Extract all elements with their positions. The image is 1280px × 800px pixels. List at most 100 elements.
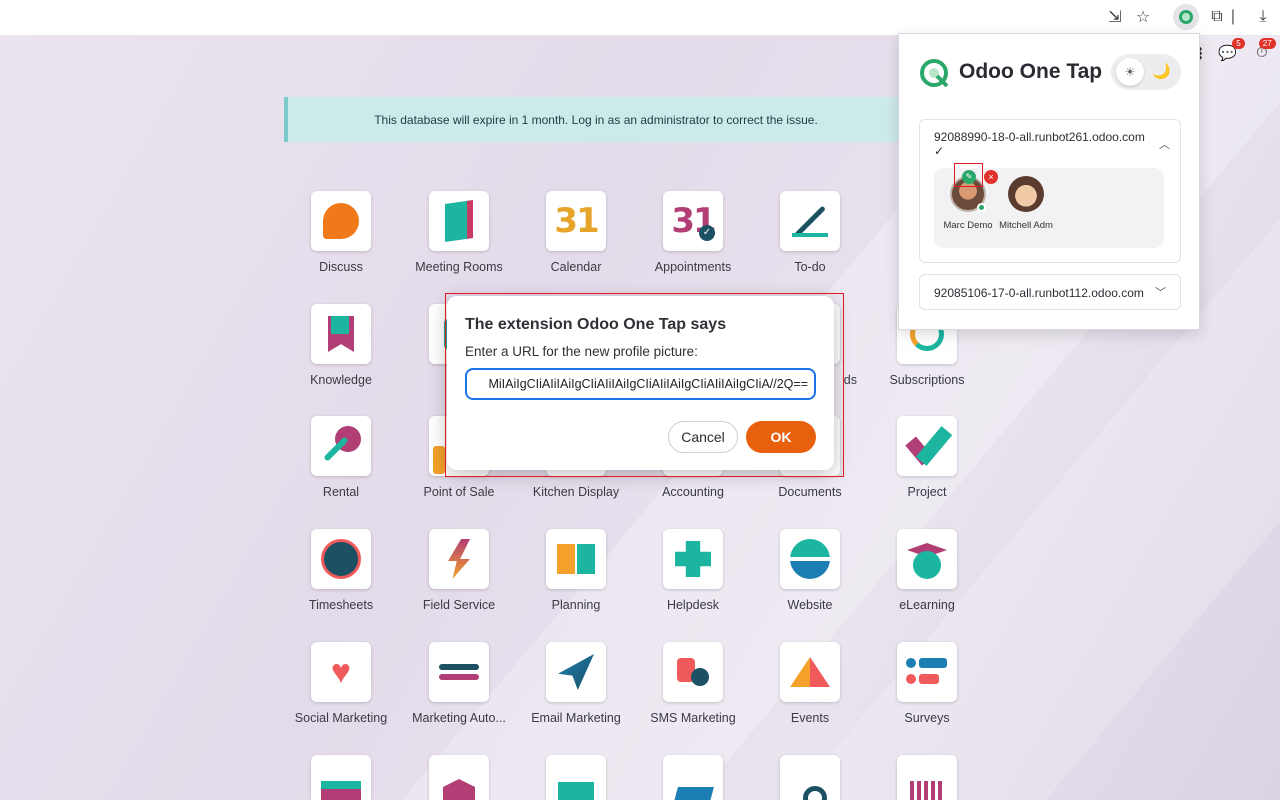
edit-pencil-icon[interactable]: ✎ (962, 170, 976, 184)
app-label: Point of Sale (423, 485, 495, 499)
app-appointments[interactable]: 31 ✓ Appointments (634, 191, 752, 274)
chat-icon[interactable]: 💬 5 (1218, 38, 1245, 68)
theme-toggle[interactable]: ☀ 🌙 (1111, 54, 1181, 90)
app-marketing-automation[interactable]: Marketing Auto... (400, 642, 518, 725)
calendar-icon: 31 (546, 191, 606, 251)
app-row6-5[interactable] (751, 755, 869, 800)
field-service-icon (429, 529, 489, 589)
database-expire-banner: This database will expire in 1 month. Lo… (284, 97, 904, 142)
app-surveys[interactable]: Surveys (868, 642, 986, 725)
app-partial-icon (311, 755, 371, 800)
app-helpdesk[interactable]: Helpdesk (634, 529, 752, 612)
discuss-icon (311, 191, 371, 251)
app-meeting-rooms[interactable]: Meeting Rooms (400, 191, 518, 274)
app-row6-2[interactable] (400, 755, 518, 800)
activity-clock-icon[interactable]: ⏱ 27 (1256, 38, 1276, 68)
extensions-puzzle-icon[interactable]: ⧉ (1205, 5, 1229, 29)
app-label: Helpdesk (666, 598, 720, 612)
knowledge-icon (311, 304, 371, 364)
appointments-icon: 31 ✓ (663, 191, 723, 251)
app-planning[interactable]: Planning (517, 529, 635, 612)
ok-button[interactable]: OK (746, 421, 816, 453)
app-calendar[interactable]: 31 Calendar (517, 191, 635, 274)
app-partial-icon (546, 755, 606, 800)
dialog-message: Enter a URL for the new profile picture: (465, 344, 698, 359)
app-elearning[interactable]: eLearning (868, 529, 986, 612)
input-value: MiIAiIgCIiAIiIAiIgCIiAIiIAiIgCIiAIiIAiIg… (488, 377, 808, 391)
app-label: Meeting Rooms (415, 260, 503, 274)
todo-icon (780, 191, 840, 251)
app-row6-6[interactable] (868, 755, 986, 800)
app-partial-icon (780, 755, 840, 800)
user-marc-demo[interactable]: ✎ × Marc Demo (938, 170, 998, 231)
check-icon: ✓ (699, 225, 715, 241)
app-project[interactable]: Project (868, 416, 986, 499)
popup-title: Odoo One Tap (959, 60, 1103, 83)
app-label: To-do (794, 260, 826, 274)
odoo-one-tap-extension-icon[interactable] (1173, 4, 1199, 30)
website-icon (780, 529, 840, 589)
app-partial-icon (429, 755, 489, 800)
database-name: 92088990-18-0-all.runbot261.odoo.com ✓ (934, 130, 1145, 158)
install-app-icon[interactable]: ⇲ (1103, 5, 1127, 29)
extension-prompt-dialog: The extension Odoo One Tap says Enter a … (447, 296, 834, 470)
avatar: ✎ × (950, 170, 998, 212)
helpdesk-icon (663, 529, 723, 589)
app-field-service[interactable]: Field Service (400, 529, 518, 612)
app-label: Discuss (319, 260, 363, 274)
chat-badge: 5 (1232, 38, 1245, 49)
avatar (1008, 176, 1044, 212)
dialog-title: The extension Odoo One Tap says (465, 316, 727, 333)
marketing-automation-icon (429, 642, 489, 702)
events-icon (780, 642, 840, 702)
profile-picture-url-input[interactable]: MiIAiIgCIiAIiIAiIgCIiAIiIAiIgCIiAIiIAiIg… (465, 368, 816, 400)
email-marketing-icon (546, 642, 606, 702)
app-label: Marketing Auto... (412, 711, 506, 725)
app-partial-icon (663, 755, 723, 800)
project-icon (897, 416, 957, 476)
app-row6-4[interactable] (634, 755, 752, 800)
app-timesheets[interactable]: Timesheets (282, 529, 400, 612)
app-label: Subscriptions (889, 373, 965, 387)
app-label: Rental (322, 485, 360, 499)
app-row6-1[interactable] (282, 755, 400, 800)
banner-text: This database will expire in 1 month. Lo… (374, 112, 818, 127)
app-email-marketing[interactable]: Email Marketing (517, 642, 635, 725)
app-knowledge[interactable]: Knowledge (282, 304, 400, 387)
chevron-down-icon[interactable]: ﹀ (1155, 284, 1166, 300)
app-label: Timesheets (308, 598, 374, 612)
planning-icon (546, 529, 606, 589)
app-sms-marketing[interactable]: SMS Marketing (634, 642, 752, 725)
bookmark-star-icon[interactable]: ☆ (1131, 5, 1155, 29)
app-label: Appointments (654, 260, 732, 274)
database-card[interactable]: 92085106-17-0-all.runbot112.odoo.com ﹀ (919, 274, 1181, 310)
app-discuss[interactable]: Discuss (282, 191, 400, 274)
sun-icon: ☀ (1116, 58, 1144, 86)
app-label: eLearning (899, 598, 955, 612)
app-label: Kitchen Display (532, 485, 620, 499)
app-label: Events (790, 711, 830, 725)
app-label: Calendar (550, 260, 602, 274)
app-label: Social Marketing (294, 711, 388, 725)
surveys-icon (897, 642, 957, 702)
meeting-rooms-icon (429, 191, 489, 251)
app-rental[interactable]: Rental (282, 416, 400, 499)
user-mitchell-admin[interactable]: Mitchell Adm (996, 176, 1056, 231)
toolbar-divider: | (1230, 8, 1236, 25)
app-todo[interactable]: To-do (751, 191, 869, 274)
app-social-marketing[interactable]: ♥ Social Marketing (282, 642, 400, 725)
app-events[interactable]: Events (751, 642, 869, 725)
app-label: Website (787, 598, 833, 612)
users-list: ✎ × Marc Demo Mitchell Adm (934, 168, 1164, 248)
elearning-icon (897, 529, 957, 589)
app-row6-3[interactable] (517, 755, 635, 800)
database-card[interactable]: 92088990-18-0-all.runbot261.odoo.com ✓ ︿… (919, 119, 1181, 263)
download-icon[interactable]: ⤓ (1251, 5, 1275, 29)
chevron-up-icon[interactable]: ︿ (1159, 136, 1170, 152)
cancel-button[interactable]: Cancel (668, 421, 738, 453)
app-partial-icon (897, 755, 957, 800)
app-label: Documents (778, 485, 842, 499)
rental-icon (311, 416, 371, 476)
browser-toolbar: ⇲ ☆ ⧉ | ⤓ (0, 0, 1280, 36)
app-website[interactable]: Website (751, 529, 869, 612)
